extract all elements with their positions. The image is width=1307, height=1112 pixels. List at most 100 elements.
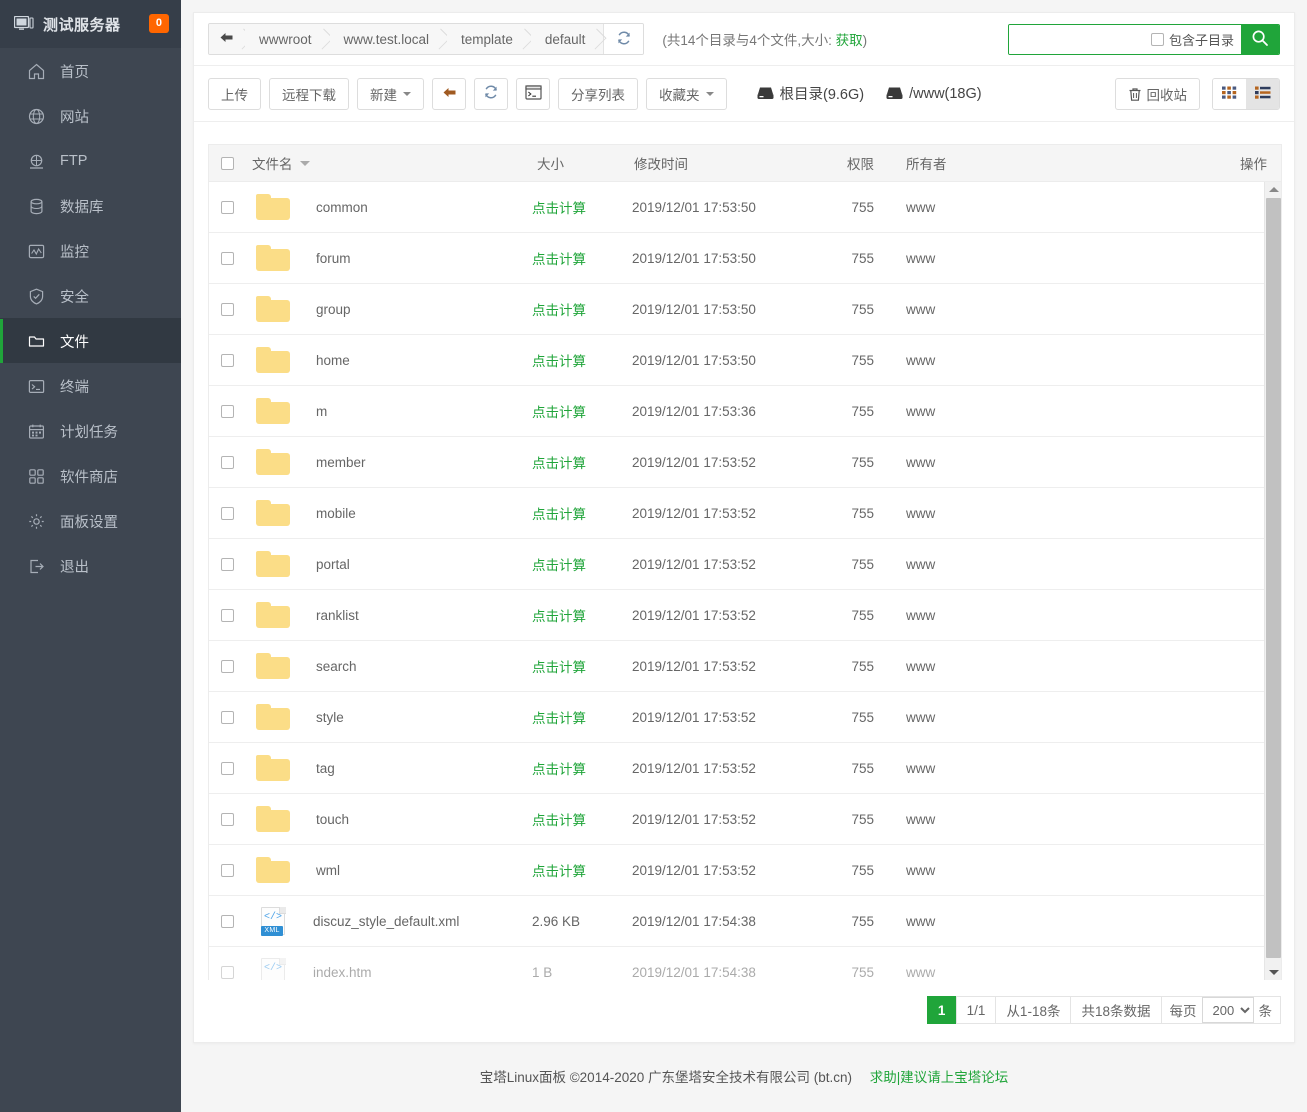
row-permission[interactable]: 755 bbox=[822, 557, 874, 572]
column-owner[interactable]: 所有者 bbox=[874, 153, 994, 173]
breadcrumb-item-3[interactable]: default bbox=[530, 24, 604, 54]
row-checkbox[interactable] bbox=[221, 659, 234, 673]
sidebar-item-crontab[interactable]: 计划任务 bbox=[0, 408, 181, 453]
table-row[interactable]: style 点击计算 2019/12/01 17:53:52 755 www bbox=[209, 692, 1281, 743]
sidebar-item-home[interactable]: 首页 bbox=[0, 48, 181, 93]
row-owner[interactable]: www bbox=[874, 251, 994, 266]
row-filename[interactable]: m bbox=[316, 404, 327, 419]
row-owner[interactable]: www bbox=[874, 914, 994, 929]
sidebar-item-appstore[interactable]: 软件商店 bbox=[0, 453, 181, 498]
row-permission[interactable]: 755 bbox=[822, 353, 874, 368]
table-row[interactable]: portal 点击计算 2019/12/01 17:53:52 755 www bbox=[209, 539, 1281, 590]
table-row[interactable]: member 点击计算 2019/12/01 17:53:52 755 www bbox=[209, 437, 1281, 488]
row-permission[interactable]: 755 bbox=[822, 302, 874, 317]
row-checkbox[interactable] bbox=[221, 965, 234, 979]
row-filename[interactable]: mobile bbox=[316, 506, 356, 521]
row-size[interactable]: 点击计算 bbox=[532, 762, 586, 777]
row-checkbox[interactable] bbox=[221, 914, 234, 928]
row-filename[interactable]: home bbox=[316, 353, 350, 368]
scroll-down-button[interactable] bbox=[1265, 965, 1281, 980]
breadcrumb-back-button[interactable] bbox=[209, 24, 245, 54]
recycle-bin-button[interactable]: 回收站 bbox=[1114, 78, 1200, 110]
column-filename[interactable]: 文件名 bbox=[242, 153, 532, 173]
row-filename[interactable]: tag bbox=[316, 761, 335, 776]
row-checkbox[interactable] bbox=[221, 863, 234, 877]
row-size[interactable]: 点击计算 bbox=[532, 864, 586, 879]
row-filename[interactable]: index.htm bbox=[313, 965, 372, 980]
row-size[interactable]: 点击计算 bbox=[532, 609, 586, 624]
row-checkbox[interactable] bbox=[221, 455, 234, 469]
row-permission[interactable]: 755 bbox=[822, 251, 874, 266]
row-filename[interactable]: style bbox=[316, 710, 344, 725]
table-row[interactable]: forum 点击计算 2019/12/01 17:53:50 755 www bbox=[209, 233, 1281, 284]
row-permission[interactable]: 755 bbox=[822, 404, 874, 419]
row-checkbox[interactable] bbox=[221, 404, 234, 418]
row-permission[interactable]: 755 bbox=[822, 812, 874, 827]
table-row[interactable]: search 点击计算 2019/12/01 17:53:52 755 www bbox=[209, 641, 1281, 692]
row-size[interactable]: 点击计算 bbox=[532, 354, 586, 369]
row-owner[interactable]: www bbox=[874, 608, 994, 623]
row-owner[interactable]: www bbox=[874, 812, 994, 827]
row-permission[interactable]: 755 bbox=[822, 914, 874, 929]
row-size[interactable]: 点击计算 bbox=[532, 405, 586, 420]
row-permission[interactable]: 755 bbox=[822, 659, 874, 674]
notification-badge[interactable]: 0 bbox=[148, 14, 169, 33]
row-size[interactable]: 点击计算 bbox=[532, 813, 586, 828]
row-owner[interactable]: www bbox=[874, 557, 994, 572]
row-owner[interactable]: www bbox=[874, 863, 994, 878]
row-filename[interactable]: discuz_style_default.xml bbox=[313, 914, 459, 929]
row-owner[interactable]: www bbox=[874, 404, 994, 419]
breadcrumb-item-0[interactable]: wwwroot bbox=[245, 24, 330, 54]
row-filename[interactable]: portal bbox=[316, 557, 350, 572]
column-mtime[interactable]: 修改时间 bbox=[632, 153, 822, 173]
upload-button[interactable]: 上传 bbox=[208, 77, 261, 110]
row-permission[interactable]: 755 bbox=[822, 761, 874, 776]
row-checkbox[interactable] bbox=[221, 812, 234, 826]
scrollbar-thumb[interactable] bbox=[1266, 198, 1281, 958]
row-checkbox[interactable] bbox=[221, 200, 234, 214]
row-filename[interactable]: common bbox=[316, 200, 368, 215]
row-size[interactable]: 点击计算 bbox=[532, 660, 586, 675]
row-filename[interactable]: wml bbox=[316, 863, 340, 878]
row-owner[interactable]: www bbox=[874, 302, 994, 317]
search-input[interactable] bbox=[1009, 25, 1151, 54]
row-checkbox[interactable] bbox=[221, 506, 234, 520]
row-checkbox[interactable] bbox=[221, 251, 234, 265]
refresh-button[interactable] bbox=[474, 77, 508, 110]
breadcrumb-item-1[interactable]: www.test.local bbox=[329, 24, 448, 54]
column-size[interactable]: 大小 bbox=[532, 153, 632, 173]
breadcrumb-item-2[interactable]: template bbox=[447, 24, 531, 54]
row-size[interactable]: 点击计算 bbox=[532, 201, 586, 216]
table-row[interactable]: home 点击计算 2019/12/01 17:53:50 755 www bbox=[209, 335, 1281, 386]
row-permission[interactable]: 755 bbox=[822, 200, 874, 215]
table-row[interactable]: </> index.htm 1 B 2019/12/01 17:54:38 755 www bbox=[209, 947, 1281, 980]
sidebar-header[interactable]: 测试服务器 0 bbox=[0, 0, 181, 48]
footer-forum-link[interactable]: 求助|建议请上宝塔论坛 bbox=[870, 1070, 1009, 1085]
row-owner[interactable]: www bbox=[874, 659, 994, 674]
row-owner[interactable]: www bbox=[874, 506, 994, 521]
row-owner[interactable]: www bbox=[874, 965, 994, 980]
row-checkbox[interactable] bbox=[221, 557, 234, 571]
disk-www[interactable]: /www(18G) bbox=[886, 86, 982, 102]
row-permission[interactable]: 755 bbox=[822, 710, 874, 725]
row-checkbox[interactable] bbox=[221, 608, 234, 622]
row-owner[interactable]: www bbox=[874, 710, 994, 725]
vertical-scrollbar[interactable] bbox=[1264, 182, 1281, 980]
row-filename[interactable]: ranklist bbox=[316, 608, 359, 623]
row-filename[interactable]: search bbox=[316, 659, 357, 674]
row-checkbox[interactable] bbox=[221, 761, 234, 775]
breadcrumb-refresh-button[interactable] bbox=[603, 24, 644, 54]
include-subdir-checkbox[interactable] bbox=[1150, 33, 1164, 46]
row-filename[interactable]: touch bbox=[316, 812, 349, 827]
select-all-checkbox[interactable] bbox=[221, 156, 234, 170]
row-filename[interactable]: group bbox=[316, 302, 351, 317]
sidebar-item-terminal[interactable]: 终端 bbox=[0, 363, 181, 408]
calculate-size-link[interactable]: 获取 bbox=[836, 33, 863, 48]
remote-download-button[interactable]: 远程下载 bbox=[269, 77, 349, 110]
sort-desc-icon[interactable] bbox=[299, 160, 310, 166]
sidebar-item-security[interactable]: 安全 bbox=[0, 273, 181, 318]
table-row[interactable]: tag 点击计算 2019/12/01 17:53:52 755 www bbox=[209, 743, 1281, 794]
sidebar-item-settings[interactable]: 面板设置 bbox=[0, 498, 181, 543]
row-checkbox[interactable] bbox=[221, 710, 234, 724]
table-row[interactable]: wml 点击计算 2019/12/01 17:53:52 755 www bbox=[209, 845, 1281, 896]
